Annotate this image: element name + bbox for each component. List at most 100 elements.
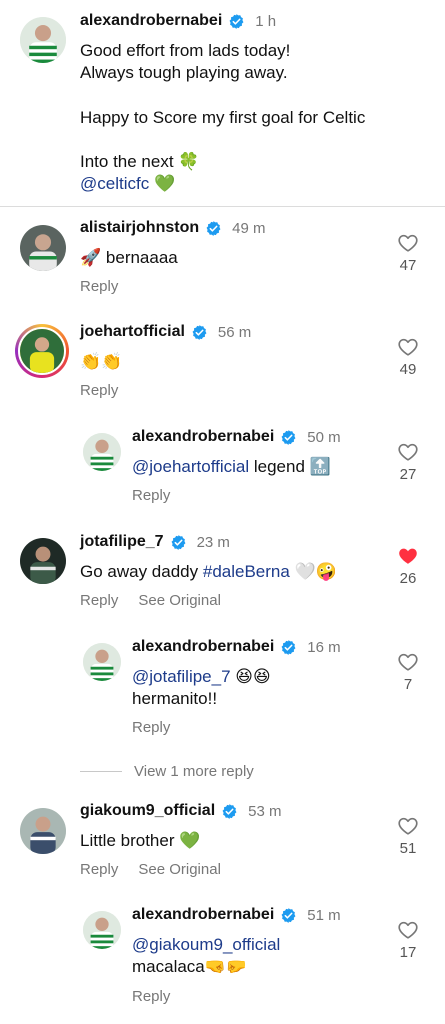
timestamp: 16 m [307,638,341,656]
heart-filled-icon [397,545,419,567]
profile-photo [20,329,64,373]
comment-text: @giakoum9_official [132,934,280,956]
mention-link[interactable]: @joehartofficial [132,457,249,476]
username[interactable]: alexandrobernabei [132,906,274,924]
rocket-emoji: 🚀 [80,248,102,268]
username[interactable]: alexandrobernabei [132,638,274,656]
caption-text: Into the next [80,152,174,171]
reply-button[interactable]: Reply [80,382,118,399]
avatar[interactable] [83,643,121,681]
username[interactable]: giakoum9_official [80,802,215,820]
timestamp: 56 m [217,323,252,341]
comment-body: bernaaaa [105,248,178,267]
avatar[interactable] [20,538,66,584]
view-more-label: View 1 more reply [134,763,254,780]
timestamp: 1 h [255,12,277,30]
divider-line [80,771,122,772]
comment-text: hermanito!! [132,689,218,708]
like-count: 7 [403,676,413,693]
heart-icon [397,815,419,837]
like-button[interactable]: 27 [390,441,426,483]
comment-body: macalaca [132,957,205,976]
verified-badge-icon [205,220,222,237]
top-arrow-emoji: 🔝 [309,457,331,477]
caption-line: Good effort from lads today! [80,41,291,60]
like-button[interactable]: 51 [390,815,426,857]
like-button[interactable]: 49 [390,336,426,378]
like-count: 27 [399,466,417,483]
comment-text: Go away daddy #daleBerna 🤍🤪 [80,561,337,583]
comment-text: 👏👏 [80,351,122,373]
comment-text: @joehartofficial legend 🔝 [132,456,331,478]
clapping-hands-emoji: 👏👏 [80,352,123,372]
mention-link[interactable]: @giakoum9_official [132,935,280,954]
profile-photo [83,643,121,681]
timestamp: 51 m [307,906,341,924]
like-count: 49 [399,361,417,378]
username[interactable]: alistairjohnston [80,219,199,237]
verified-badge-icon [191,324,208,341]
heart-icon [397,232,419,254]
timestamp: 49 m [232,219,266,237]
reply-button[interactable]: Reply [80,861,118,878]
reply-button[interactable]: Reply [132,487,170,504]
heart-icon [397,441,419,463]
profile-photo [20,17,66,63]
caption-line: Always tough playing away. [80,63,288,82]
profile-photo [83,433,121,471]
white-heart-zany-face-emoji: 🤍🤪 [294,562,337,582]
caption-line: Into the next 🍀 [80,151,199,173]
verified-badge-icon [170,534,187,551]
avatar[interactable] [83,911,121,949]
username[interactable]: alexandrobernabei [80,12,222,30]
see-original-button[interactable]: See Original [138,861,221,878]
reply-button[interactable]: Reply [80,592,118,609]
verified-badge-icon [228,13,245,30]
username[interactable]: alexandrobernabei [132,428,274,446]
see-original-button[interactable]: See Original [138,592,221,609]
username[interactable]: joehartofficial [80,323,185,341]
reply-button[interactable]: Reply [80,278,118,295]
like-count: 26 [399,570,417,587]
mention-link[interactable]: @jotafilipe_7 [132,667,231,686]
avatar[interactable] [83,433,121,471]
like-count: 47 [399,257,417,274]
username[interactable]: jotafilipe_7 [80,533,164,551]
comment-text: @jotafilipe_7 😆😆 [132,666,271,688]
heart-icon [397,919,419,941]
verified-badge-icon [221,803,238,820]
like-button[interactable]: 47 [390,232,426,274]
like-button[interactable]: 7 [390,651,426,693]
comment-body: legend [253,457,305,476]
reply-button[interactable]: Reply [132,719,170,736]
profile-photo [20,808,66,854]
laughing-emoji: 😆😆 [235,667,271,687]
hashtag-link[interactable]: #daleBerna [203,562,290,581]
like-button[interactable]: 17 [390,919,426,961]
avatar[interactable] [20,225,66,271]
verified-badge-icon [280,429,297,446]
comment-body: Go away daddy [80,562,199,581]
avatar[interactable] [20,17,66,63]
timestamp: 50 m [307,428,341,446]
like-button[interactable]: 26 [390,545,426,587]
view-more-replies[interactable]: View 1 more reply [80,763,254,780]
comment-text: macalaca🤜🤛 [132,956,247,978]
comment-text: Little brother 💚 [80,830,200,852]
avatar[interactable] [15,324,69,378]
shamrock-emoji: 🍀 [178,152,200,172]
profile-photo [20,538,66,584]
heart-icon [397,336,419,358]
caption-line: Happy to Score my first goal for Celtic [80,108,366,127]
avatar[interactable] [20,808,66,854]
fist-bump-emoji: 🤜🤛 [204,957,248,977]
reply-button[interactable]: Reply [132,988,170,1005]
timestamp: 53 m [248,802,282,820]
heart-icon [397,651,419,673]
post-caption: alexandrobernabei 1 h Good effort from l… [0,0,445,207]
timestamp: 23 m [196,533,230,551]
verified-badge-icon [280,907,297,924]
profile-photo [20,225,66,271]
mention-link[interactable]: @celticfc [80,174,149,193]
profile-photo [83,911,121,949]
